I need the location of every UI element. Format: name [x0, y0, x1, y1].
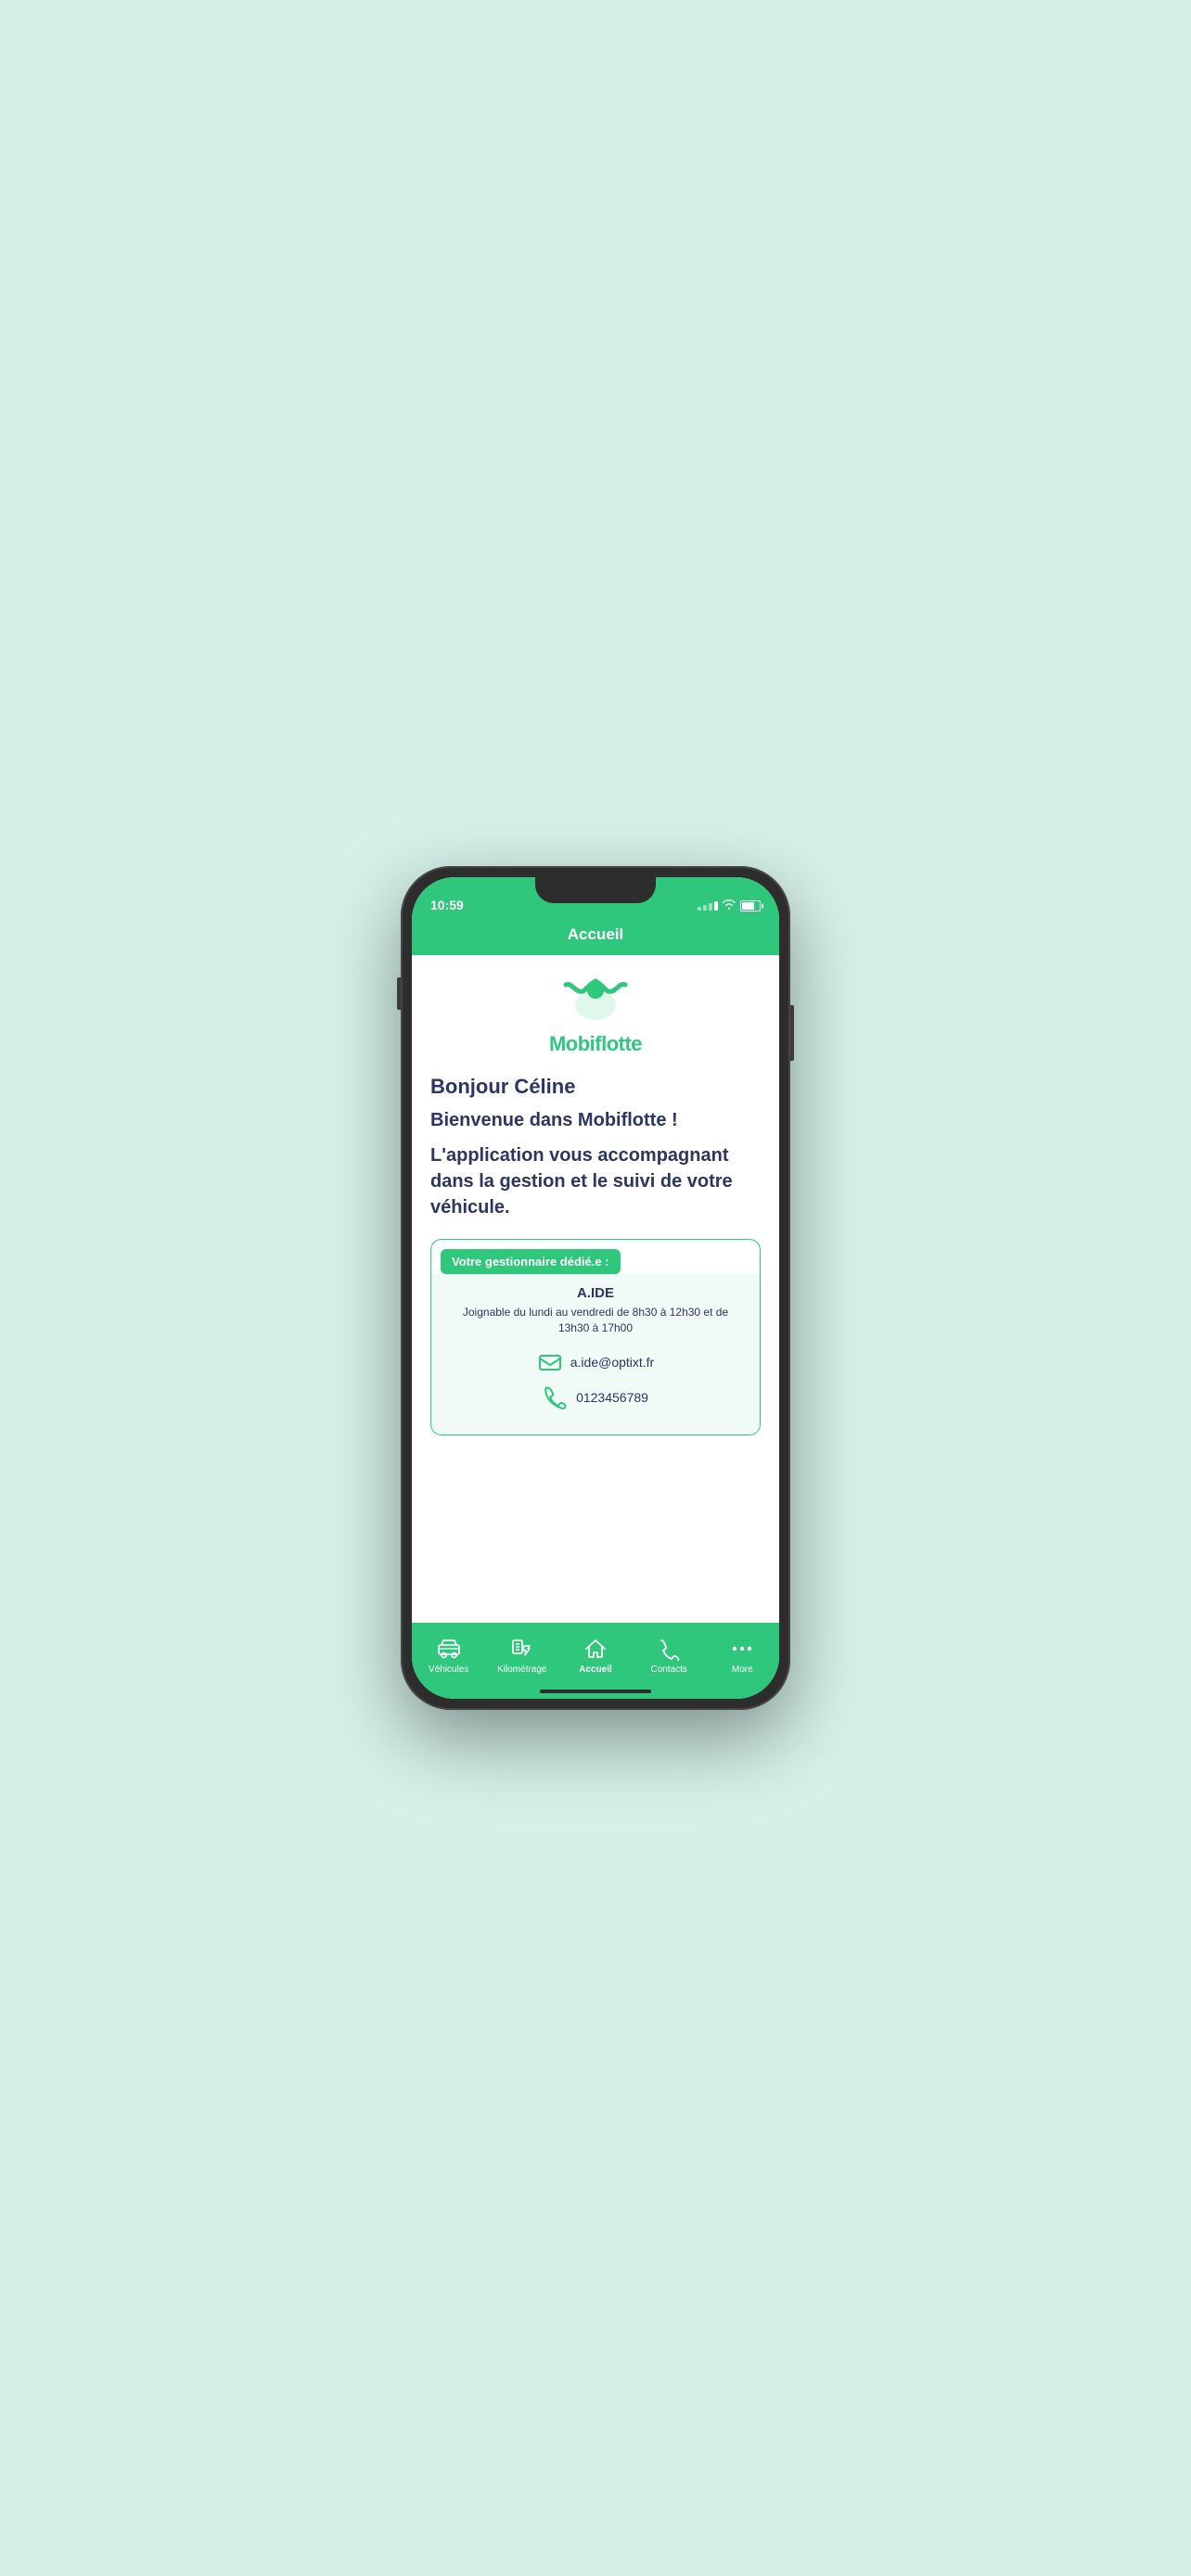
phone-screen: 10:59 [412, 877, 779, 1699]
gestionnaire-body: A.IDE Joignable du lundi au vendredi de … [431, 1274, 760, 1435]
tab-kilometrage[interactable]: Kilométrage [485, 1637, 558, 1675]
gestionnaire-card: Votre gestionnaire dédié.e : A.IDE Joign… [430, 1239, 761, 1435]
more-icon [730, 1637, 754, 1661]
tab-accueil[interactable]: Accueil [558, 1637, 632, 1675]
greeting-text: Bonjour Céline [430, 1075, 761, 1099]
tab-kilometrage-label: Kilométrage [497, 1664, 546, 1675]
home-indicator [540, 1690, 651, 1693]
wifi-icon [722, 899, 736, 912]
phone-icon [543, 1384, 569, 1410]
logo-area: Mobiflotte [430, 977, 761, 1056]
tab-bar: Véhicules Kilométrage Accueil [412, 1623, 779, 1699]
logo-text: Mobiflotte [549, 1032, 642, 1056]
main-content: Mobiflotte Bonjour Céline Bienvenue dans… [412, 955, 779, 1623]
status-time: 10:59 [430, 898, 464, 912]
tab-more-label: More [732, 1664, 753, 1675]
accueil-icon [583, 1637, 608, 1661]
contacts-icon [657, 1637, 681, 1661]
tab-accueil-label: Accueil [579, 1664, 612, 1675]
email-icon [537, 1349, 563, 1375]
signal-icon [698, 901, 718, 911]
mobiflotte-logo-icon [558, 977, 633, 1028]
notch [535, 877, 656, 903]
tab-more[interactable]: More [706, 1637, 779, 1675]
gestionnaire-hours: Joignable du lundi au vendredi de 8h30 à… [446, 1305, 745, 1336]
tab-vehicules[interactable]: Véhicules [412, 1637, 485, 1675]
app-description: L'application vous accompagnant dans la … [430, 1142, 761, 1220]
gestionnaire-name: A.IDE [446, 1285, 745, 1301]
tab-contacts[interactable]: Contacts [633, 1637, 706, 1675]
page-title: Accueil [568, 925, 623, 943]
status-icons [698, 899, 761, 912]
tab-contacts-label: Contacts [650, 1664, 686, 1675]
email-row[interactable]: a.ide@optixt.fr [446, 1349, 745, 1375]
gestionnaire-label: Votre gestionnaire dédié.e : [441, 1249, 621, 1274]
email-text: a.ide@optixt.fr [570, 1355, 654, 1370]
phone-text: 0123456789 [576, 1390, 648, 1405]
nav-header: Accueil [412, 918, 779, 955]
battery-icon [740, 900, 761, 912]
vehicules-icon [437, 1637, 461, 1661]
tab-vehicules-label: Véhicules [429, 1664, 468, 1675]
kilometrage-icon [510, 1637, 534, 1661]
phone-frame: 10:59 [401, 866, 790, 1710]
welcome-text: Bienvenue dans Mobiflotte ! [430, 1110, 761, 1131]
phone-row[interactable]: 0123456789 [446, 1384, 745, 1410]
